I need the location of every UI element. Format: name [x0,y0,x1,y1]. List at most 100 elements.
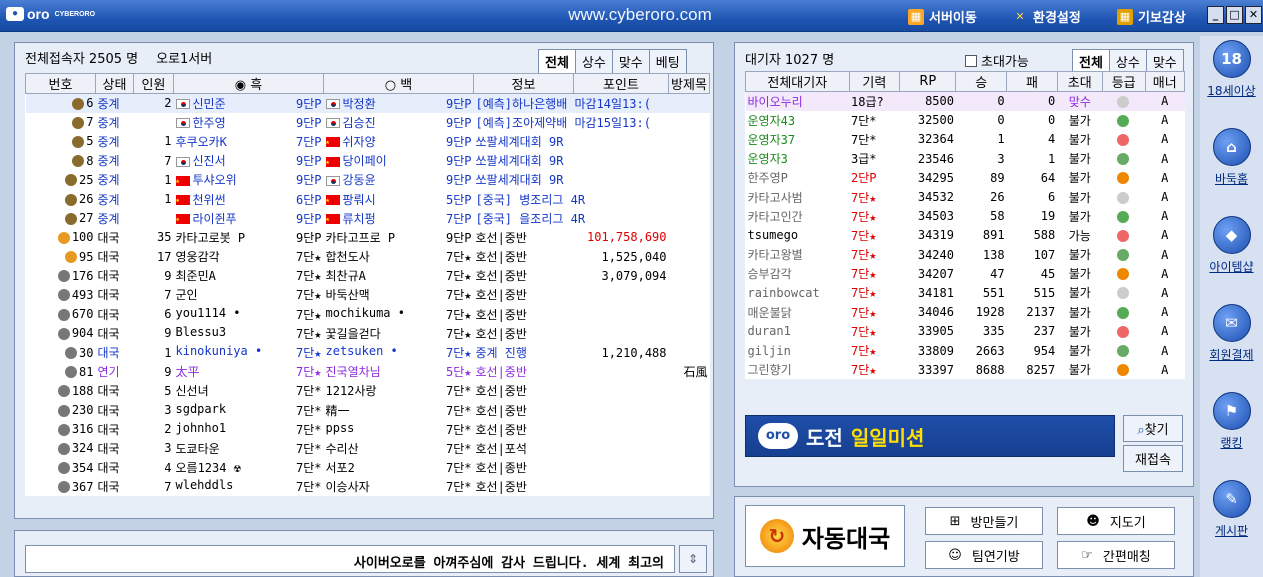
column-header[interactable]: 상태 [95,73,134,94]
table-row[interactable]: 176 대국 9 최준민A 7단★ 최찬규A 7단★ 호선|중반 3,079,094 [26,266,710,285]
manner-grade: A [1161,113,1169,128]
room-status-icon [57,481,70,494]
black-player: wlehddls 7단* [174,477,324,496]
maximize-button[interactable]: □ [1226,6,1243,24]
tab-0[interactable]: 전체 [538,49,576,74]
list-item[interactable]: tsumego 7단★ 34319 891 588 가능 A [746,226,1185,245]
room-number-text: 324 [71,441,94,456]
column-header[interactable]: 방제목 [668,73,710,94]
table-row[interactable]: 230 대국 3 sgdpark 7단* 精一 7단* 호선|중반 [26,401,710,420]
tab-3[interactable]: 베팅 [648,49,687,74]
invite-filter[interactable]: 초대가능 [965,51,1029,70]
team-room-button[interactable]: ☺ 팀연기방 [925,541,1043,569]
list-item[interactable]: rainbowcat 7단★ 34181 551 515 불가 A [746,283,1185,302]
settings-button[interactable]: ✕ 환경설정 [1012,7,1080,27]
sidebar-item[interactable]: 18 18세이상 [1200,40,1263,99]
column-header[interactable]: ○ 백 [323,73,474,94]
list-item[interactable]: 카타고사범 7단★ 34532 26 6 불가 A [746,187,1185,206]
rating-points: 34240 [917,247,954,262]
column-header[interactable]: 기력 [848,71,901,92]
server-move-button[interactable]: ▦ 서버이동 [908,7,977,26]
table-row[interactable]: 8 중계 7 신진서 9단P ★ 당이페이 9단P 쏘팔세계대회 9R [26,151,710,170]
sidebar-item[interactable]: ◆ 아이템샵 [1200,216,1263,275]
find-button[interactable]: ⌕찾기 [1123,415,1183,442]
create-room-button[interactable]: ⊞ 방만들기 [925,507,1043,535]
reconnect-button[interactable]: 재접속 [1123,445,1183,472]
sidebar-item[interactable]: ⚑ 랭킹 [1200,392,1263,451]
mission-text-b: 일일미션 [850,425,925,450]
table-row[interactable]: 6 중계 2 신민준 9단P 박정환 9단P [예측]하나은행배 마감14일13:( [25,93,710,113]
invite-checkbox[interactable] [965,54,977,67]
table-row[interactable]: 81 연기 9 太平 7단★ 진국열차님 5단★ 호선|중반 石風 [26,362,710,381]
column-header[interactable]: 패 [1006,71,1058,92]
tab-1[interactable]: 상수 [574,49,613,74]
table-row[interactable]: 367 대국 7 wlehddls 7단* 이승사자 7단* 호선|중반 [26,477,710,496]
quick-match-button[interactable]: ☞ 간편매칭 [1057,541,1175,569]
player-name: 한주영P [747,171,788,186]
column-header[interactable]: 번호 [25,73,96,94]
sidebar-item[interactable]: ✉ 회원결제 [1200,304,1263,363]
table-row[interactable]: 324 대국 3 도쿄타운 7단* 수리산 7단* 호선|포석 [26,439,710,458]
table-row[interactable]: 25 중계 1 ★ 투샤오위 9단P 강동윤 9단P 쏘팔세계대회 9R [26,170,710,189]
room-number: 26 [26,189,96,208]
list-item[interactable]: giljin 7단★ 33809 2663 954 불가 A [746,341,1185,360]
column-header[interactable]: 승 [955,71,1008,92]
white-name: 당이페이 [342,154,387,169]
table-row[interactable]: 100 대국 35 카타고로봇 P 9단P 카타고프로 P 9단P 호선|중반 101,758,… [26,228,710,247]
list-item[interactable]: 승부감각 7단★ 34207 47 45 불가 A [746,264,1185,283]
ticker-toggle-button[interactable]: ⇕ [679,545,707,573]
table-row[interactable]: 26 중계 1 ★ 천위썬 6단P ★ 팡뤄시 5단P [중국] 병조리그 4R [26,189,710,208]
table-row[interactable]: 27 중계 ★ 라이쥔푸 9단P ★ 류치펑 7단P [중국] 을조리그 4R [26,209,710,228]
table-row[interactable]: 188 대국 5 신선녀 7단* 1212사랑 7단* 호선|중반 [26,381,710,400]
list-item[interactable]: 카타고인간 7단★ 34503 58 19 불가 A [746,207,1185,226]
minimize-button[interactable]: _ [1207,6,1224,24]
list-item[interactable]: 운영자43 7단* 32500 0 0 불가 A [746,111,1185,130]
room-number: 7 [26,113,96,132]
room-number-text: 81 [79,364,94,379]
room-number: 6 [25,93,96,113]
room-status: 연기 [97,365,120,380]
tab-2[interactable]: 맞수 [611,49,650,74]
table-row[interactable]: 316 대국 2 johnho1 7단* ppss 7단* 호선|중반 [26,420,710,439]
column-header[interactable]: 정보 [473,73,574,94]
table-row[interactable]: 95 대국 17 영웅감각 7단★ 합천도사 7단★ 호선|중반 1,525,040 [26,247,710,266]
list-item[interactable]: duran1 7단★ 33905 335 237 불가 A [746,322,1185,341]
white-name: 수리산 [325,441,359,456]
teaching-game-button[interactable]: ☻ 지도기 [1057,507,1175,535]
room-number-text: 100 [71,230,94,245]
viewer-count: 7 [164,479,172,494]
list-item[interactable]: 그린향기 7단★ 33397 8688 8257 불가 A [746,360,1185,379]
list-item[interactable]: 매운불닭 7단★ 34046 1928 2137 불가 A [746,303,1185,322]
table-row[interactable]: 493 대국 7 군인 7단★ 바둑산맥 7단★ 호선|중반 [26,285,710,304]
list-item[interactable]: 한주영P 2단P 34295 89 64 불가 A [746,168,1185,187]
list-item[interactable]: 바이오누리 18급? 8500 0 0 맞수 A [745,91,1185,111]
table-row[interactable]: 904 대국 9 Blessu3 7단★ 꿏길을걷다 7단★ 호선|중반 [26,324,710,343]
list-item[interactable]: 운영자3 3급* 23546 3 1 불가 A [746,149,1185,168]
column-header[interactable]: 등급 [1101,71,1146,92]
auto-match-button[interactable]: ↻ 자동대국 [745,505,905,567]
viewer-count [134,209,174,228]
table-row[interactable]: 354 대국 4 오름1234 ☢ 7단* 서포2 7단* 호선|종반 [26,458,710,477]
column-header[interactable]: 인원 [133,73,174,94]
list-item[interactable]: 카타고왕별 7단★ 34240 138 107 불가 A [746,245,1185,264]
table-row[interactable]: 30 대국 1 kinokuniya • 7단★ zetsuken • 7단★ 중계 진행 1,… [26,343,710,362]
column-header[interactable]: 매너 [1144,71,1186,92]
column-header[interactable]: 초대 [1056,71,1103,92]
invite-status: 불가 [1068,248,1091,263]
record-view-button[interactable]: ▦ 기보감상 [1117,7,1186,26]
column-header[interactable]: 전체대기자 [745,71,850,92]
list-item[interactable]: 운영자37 7단* 32364 1 4 불가 A [746,130,1185,149]
sidebar-item[interactable]: ⌂ 바둑홈 [1200,128,1263,187]
table-row[interactable]: 670 대국 6 you1114 • 7단★ mochikuma • 7단★ 호선|중반 [26,305,710,324]
table-row[interactable]: 7 중계 한주영 9단P 김승진 9단P [예측]조아제약배 마감15일13:( [26,113,710,132]
white-rank: 7단* [446,480,472,495]
close-button[interactable]: ✕ [1245,6,1262,24]
daily-mission-banner[interactable]: oro 도전 일일미션 [745,415,1115,457]
table-row[interactable]: 5 중계 1 후쿠오카K 7단P ★ 쉬자양 9단P 쏘팔세계대회 9R [26,132,710,151]
column-header[interactable]: ◉ 흑 [173,73,324,94]
room-status-icon [65,347,78,360]
column-header[interactable]: 포인트 [573,73,669,94]
connected-count: 전체접속자 2505 명 [25,51,139,67]
column-header[interactable]: RP [899,71,957,92]
sidebar-item[interactable]: ✎ 게시판 [1200,480,1263,539]
